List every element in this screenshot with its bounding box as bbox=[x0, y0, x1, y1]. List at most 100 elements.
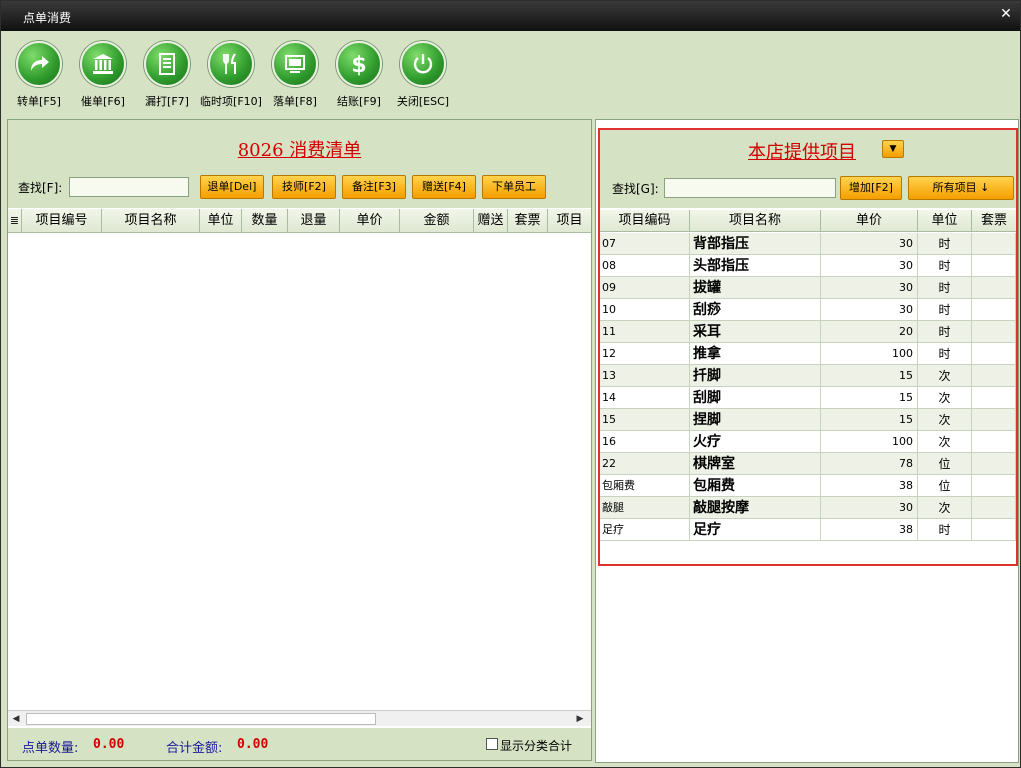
place-order-label: 落单[F8] bbox=[273, 95, 317, 108]
cell-code: 13 bbox=[600, 365, 690, 387]
technician-button[interactable]: 技师[F2] bbox=[272, 175, 336, 199]
cell-unit: 时 bbox=[918, 299, 972, 321]
urge-order-button[interactable]: 催单[F6] bbox=[71, 41, 135, 115]
title-dropdown-button[interactable]: ▼ bbox=[882, 140, 904, 158]
cell-name: 推拿 bbox=[690, 343, 821, 365]
consumption-list-panel: 8026 消费清单 查找[F]: 退单[Del] 技师[F2] 备注[F3] 赠… bbox=[7, 119, 592, 761]
order-staff-button[interactable]: 下单员工 bbox=[482, 175, 546, 199]
cell-price: 78 bbox=[821, 453, 918, 475]
missed-print-button[interactable]: 漏打[F7] bbox=[135, 41, 199, 115]
col-item-number[interactable]: 项目编号 bbox=[22, 209, 102, 233]
cell-pkg bbox=[972, 475, 1016, 497]
close-label: 关闭[ESC] bbox=[396, 95, 450, 108]
col-gift[interactable]: 赠送 bbox=[474, 209, 508, 233]
show-category-label[interactable]: 显示分类合计 bbox=[500, 737, 572, 754]
table-row[interactable]: 足疗 足疗 38 时 bbox=[600, 519, 1016, 541]
col-item[interactable]: 项目 bbox=[548, 209, 591, 233]
right-search-label: 查找[G]: bbox=[612, 182, 659, 196]
scrollbar-thumb[interactable] bbox=[26, 713, 376, 725]
close-icon[interactable]: ✕ bbox=[998, 6, 1014, 22]
cell-price: 100 bbox=[821, 431, 918, 453]
refund-button[interactable]: 退单[Del] bbox=[200, 175, 264, 199]
table-row[interactable]: 10 刮痧 30 时 bbox=[600, 299, 1016, 321]
cell-price: 15 bbox=[821, 365, 918, 387]
cell-name: 敲腿按摩 bbox=[690, 497, 821, 519]
items-grid-header: 项目编码 项目名称 单价 单位 套票 bbox=[600, 210, 1016, 232]
table-row[interactable]: 12 推拿 100 时 bbox=[600, 343, 1016, 365]
cell-unit: 位 bbox=[918, 475, 972, 497]
cell-pkg bbox=[972, 343, 1016, 365]
transfer-icon bbox=[16, 41, 62, 87]
cell-name: 头部指压 bbox=[690, 255, 821, 277]
cell-price: 38 bbox=[821, 475, 918, 497]
transfer-order-button[interactable]: 转单[F5] bbox=[7, 41, 71, 115]
cell-pkg bbox=[972, 497, 1016, 519]
cell-code: 15 bbox=[600, 409, 690, 431]
show-category-checkbox[interactable] bbox=[486, 738, 498, 750]
table-row[interactable]: 14 刮脚 15 次 bbox=[600, 387, 1016, 409]
cell-code: 12 bbox=[600, 343, 690, 365]
table-row[interactable]: 22 棋牌室 78 位 bbox=[600, 453, 1016, 475]
table-row[interactable]: 包厢费 包厢费 38 位 bbox=[600, 475, 1016, 497]
table-row[interactable]: 09 拔罐 30 时 bbox=[600, 277, 1016, 299]
temp-item-button[interactable]: 临时项[F10] bbox=[199, 41, 263, 115]
col-price[interactable]: 单价 bbox=[821, 210, 918, 232]
cell-price: 15 bbox=[821, 387, 918, 409]
cell-name: 包厢费 bbox=[690, 475, 821, 497]
cell-unit: 次 bbox=[918, 365, 972, 387]
cell-unit: 时 bbox=[918, 519, 972, 541]
gift-button[interactable]: 赠送[F4] bbox=[412, 175, 476, 199]
all-items-button[interactable]: 所有项目 ↓ bbox=[908, 176, 1014, 200]
table-row[interactable]: 敲腿 敲腿按摩 30 次 bbox=[600, 497, 1016, 519]
horizontal-scrollbar[interactable]: ◀ ▶ bbox=[8, 710, 591, 726]
table-row[interactable]: 07 背部指压 30 时 bbox=[600, 233, 1016, 255]
place-order-button[interactable]: 落单[F8] bbox=[263, 41, 327, 115]
cell-code: 敲腿 bbox=[600, 497, 690, 519]
order-window: 点单消费 ✕ 转单[F5] 催单[F6] 漏打[F7] 临时项[F10] 落单[… bbox=[0, 0, 1021, 768]
cell-unit: 次 bbox=[918, 409, 972, 431]
table-row[interactable]: 13 扦脚 15 次 bbox=[600, 365, 1016, 387]
table-row[interactable]: 16 火疗 100 次 bbox=[600, 431, 1016, 453]
scroll-right-icon[interactable]: ▶ bbox=[574, 713, 586, 725]
cell-pkg bbox=[972, 409, 1016, 431]
close-button[interactable]: 关闭[ESC] bbox=[391, 41, 455, 115]
left-search-input[interactable] bbox=[69, 177, 189, 197]
left-search-label: 查找[F]: bbox=[18, 181, 63, 195]
table-row[interactable]: 08 头部指压 30 时 bbox=[600, 255, 1016, 277]
total-amount-label: 合计金额: bbox=[166, 741, 223, 756]
checkout-button[interactable]: $ 结账[F9] bbox=[327, 41, 391, 115]
table-row[interactable]: 11 采耳 20 时 bbox=[600, 321, 1016, 343]
col-item-name[interactable]: 项目名称 bbox=[690, 210, 821, 232]
col-unit[interactable]: 单位 bbox=[918, 210, 972, 232]
cell-unit: 时 bbox=[918, 343, 972, 365]
cell-code: 09 bbox=[600, 277, 690, 299]
col-item-name[interactable]: 项目名称 bbox=[102, 209, 200, 233]
note-button[interactable]: 备注[F3] bbox=[342, 175, 406, 199]
power-icon bbox=[400, 41, 446, 87]
col-unit-price[interactable]: 单价 bbox=[340, 209, 400, 233]
row-selector-icon[interactable]: ≣ bbox=[8, 209, 22, 233]
temp-item-label: 临时项[F10] bbox=[200, 95, 262, 108]
cell-name: 火疗 bbox=[690, 431, 821, 453]
scroll-left-icon[interactable]: ◀ bbox=[10, 713, 22, 725]
col-amount[interactable]: 金额 bbox=[400, 209, 474, 233]
left-header: 8026 消费清单 查找[F]: 退单[Del] 技师[F2] 备注[F3] 赠… bbox=[8, 120, 591, 208]
cell-price: 30 bbox=[821, 277, 918, 299]
right-search-input[interactable] bbox=[664, 178, 836, 198]
add-item-button[interactable]: 增加[F2] bbox=[840, 176, 902, 200]
col-package[interactable]: 套票 bbox=[508, 209, 548, 233]
col-quantity[interactable]: 数量 bbox=[242, 209, 288, 233]
table-row[interactable]: 15 捏脚 15 次 bbox=[600, 409, 1016, 431]
cell-price: 38 bbox=[821, 519, 918, 541]
cell-price: 30 bbox=[821, 255, 918, 277]
col-package[interactable]: 套票 bbox=[972, 210, 1016, 232]
col-return-qty[interactable]: 退量 bbox=[288, 209, 340, 233]
order-qty-value: 0.00 bbox=[93, 737, 125, 752]
col-item-code[interactable]: 项目编码 bbox=[600, 210, 690, 232]
total-amount-value: 0.00 bbox=[237, 737, 269, 752]
cell-code: 07 bbox=[600, 233, 690, 255]
bank-icon bbox=[80, 41, 126, 87]
order-qty-label: 点单数量: bbox=[22, 741, 79, 756]
col-unit[interactable]: 单位 bbox=[200, 209, 242, 233]
screen-icon bbox=[272, 41, 318, 87]
